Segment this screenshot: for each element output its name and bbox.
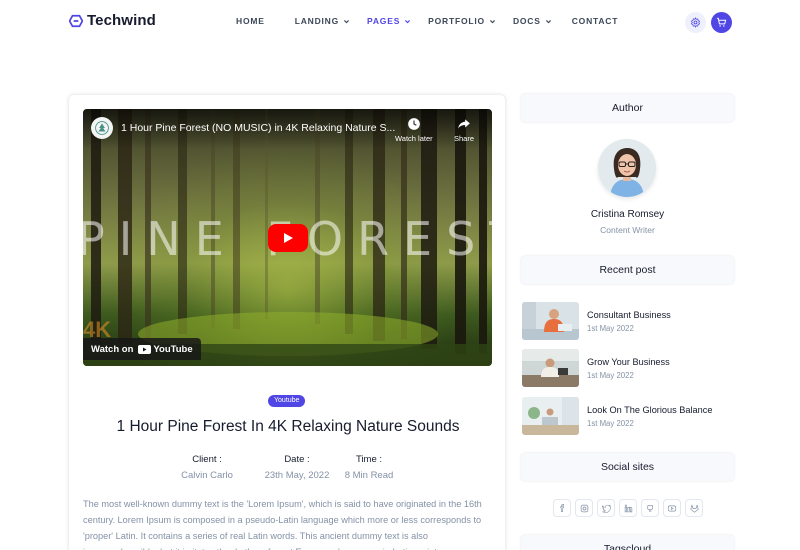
social-linkedin[interactable] [619, 499, 637, 517]
gitlab-icon [689, 504, 699, 513]
meta-date: Date : 23th May, 2022 [251, 454, 343, 481]
youtube-logo: YouTube [138, 343, 193, 355]
channel-avatar[interactable] [91, 117, 113, 139]
recent-post-title[interactable]: Consultant Business [587, 310, 671, 320]
twitter-icon [601, 504, 611, 513]
client-value: Calvin Carlo [181, 470, 233, 481]
recent-post-item[interactable]: Consultant Business 1st May 2022 [522, 302, 734, 340]
youtube-icon [667, 505, 677, 511]
chevron-down-icon [344, 19, 350, 23]
nav-docs[interactable]: DOCS [513, 16, 552, 26]
share-icon [458, 119, 470, 129]
tree-icon [95, 121, 109, 135]
meta-client: Client : Calvin Carlo [174, 454, 240, 481]
recent-post-title[interactable]: Look On The Glorious Balance [587, 405, 712, 415]
navbar: Techwind HOME LANDING PAGES PORTFOLIO DO… [0, 0, 800, 44]
time-label: Time : [355, 454, 383, 465]
time-value: 8 Min Read [344, 470, 394, 481]
date-value: 23th May, 2022 [264, 470, 330, 481]
chevron-down-icon [405, 19, 411, 23]
nav-contact[interactable]: CONTACT [572, 16, 619, 26]
author-photo [598, 139, 656, 197]
linkedin-icon [624, 504, 632, 512]
social-github[interactable] [641, 499, 659, 517]
cart-icon [716, 17, 727, 27]
social-twitter[interactable] [597, 499, 615, 517]
nav-label: PORTFOLIO [428, 16, 485, 26]
avatar [598, 139, 656, 197]
watch-later-button[interactable]: Watch later [395, 117, 433, 143]
date-label: Date : [284, 454, 310, 465]
brand-logo[interactable]: Techwind [69, 12, 156, 29]
logo-icon [69, 14, 83, 27]
recent-post-date: 1st May 2022 [587, 324, 634, 333]
nav-label: PAGES [367, 16, 401, 26]
recent-post-item[interactable]: Grow Your Business 1st May 2022 [522, 349, 734, 387]
author-heading: Author [521, 94, 734, 122]
watch-later-label: Watch later [395, 134, 433, 143]
gear-icon [690, 17, 701, 28]
post-body: The most well-known dummy text is the 'L… [83, 499, 482, 550]
youtube-label: YouTube [153, 343, 193, 355]
share-label: Share [454, 134, 475, 143]
nav-label: DOCS [512, 16, 541, 26]
recent-post-heading: Recent post [521, 256, 734, 284]
social-sites-heading: Social sites [521, 453, 734, 481]
watch-on-youtube-button[interactable]: Watch on YouTube [83, 338, 201, 360]
facebook-icon [560, 504, 565, 512]
nav-portfolio[interactable]: PORTFOLIO [428, 16, 496, 26]
chevron-down-icon [489, 19, 495, 23]
video-player[interactable]: 1 Hour Pine Forest (NO MUSIC) in 4K Rela… [83, 109, 492, 366]
post-title: 1 Hour Pine Forest In 4K Relaxing Nature… [116, 418, 460, 435]
cart-button[interactable] [711, 12, 732, 33]
nav-label: HOME [236, 16, 265, 26]
meta-time: Time : 8 Min Read [334, 454, 404, 481]
recent-post-thumbnail [522, 397, 579, 435]
social-links [553, 499, 703, 517]
recent-post-date: 1st May 2022 [587, 419, 634, 428]
recent-post-date: 1st May 2022 [587, 371, 634, 380]
tagscloud-heading: Tagscloud [521, 535, 734, 550]
chevron-down-icon [545, 19, 551, 23]
social-youtube[interactable] [663, 499, 681, 517]
social-instagram[interactable] [575, 499, 593, 517]
recent-post-thumbnail [522, 302, 579, 340]
recent-post-title[interactable]: Grow Your Business [587, 357, 670, 367]
nav-landing[interactable]: LANDING [295, 16, 350, 26]
social-gitlab[interactable] [685, 499, 703, 517]
brand-name: Techwind [87, 12, 156, 29]
github-icon [646, 504, 653, 512]
post-card: 1 Hour Pine Forest (NO MUSIC) in 4K Rela… [68, 94, 506, 550]
client-label: Client : [192, 454, 222, 465]
recent-post-thumbnail [522, 349, 579, 387]
category-badge[interactable]: Youtube [268, 395, 306, 407]
social-facebook[interactable] [553, 499, 571, 517]
nav-home[interactable]: HOME [236, 16, 265, 26]
share-button[interactable]: Share [454, 117, 474, 143]
main-nav: HOME LANDING PAGES PORTFOLIO DOCS CONTAC… [236, 16, 618, 26]
recent-post-item[interactable]: Look On The Glorious Balance 1st May 202… [522, 397, 734, 435]
nav-label: CONTACT [571, 16, 619, 26]
youtube-play-icon [138, 344, 152, 354]
clock-icon [407, 118, 420, 130]
video-title[interactable]: 1 Hour Pine Forest (NO MUSIC) in 4K Rela… [121, 122, 395, 134]
play-button[interactable] [268, 224, 308, 252]
play-icon [284, 233, 293, 243]
instagram-icon [580, 504, 588, 512]
nav-label: LANDING [294, 16, 340, 26]
settings-button[interactable] [685, 12, 706, 33]
author-role: Content Writer [600, 225, 655, 235]
nav-pages[interactable]: PAGES [367, 16, 411, 26]
author-name[interactable]: Cristina Romsey [521, 209, 734, 220]
watch-on-label: Watch on [91, 343, 134, 355]
